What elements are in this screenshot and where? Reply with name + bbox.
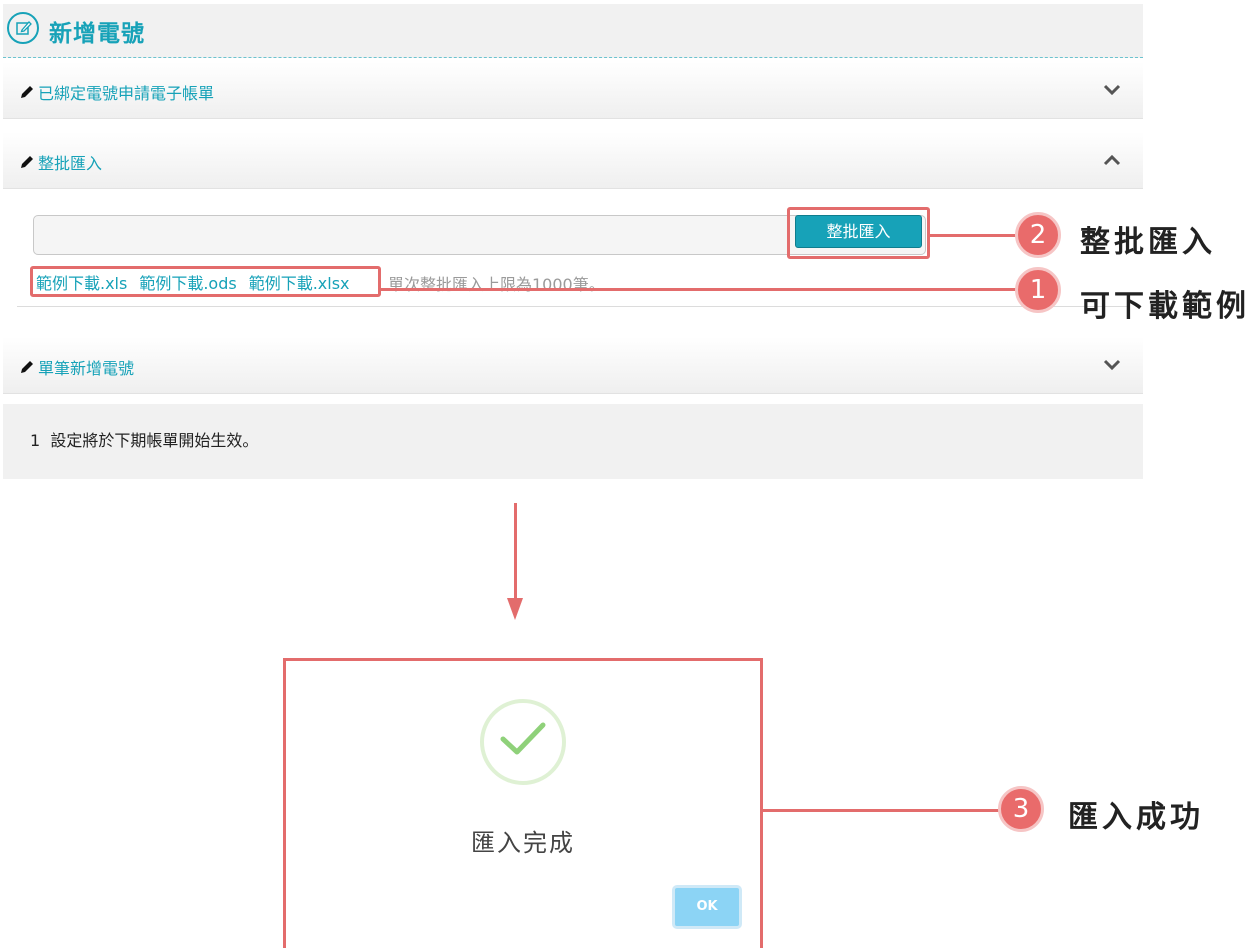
highlight-import-button xyxy=(787,207,930,259)
highlight-sample-links xyxy=(30,266,381,297)
dialog-message: 匯入完成 xyxy=(471,829,575,857)
accordion-label: 已綁定電號申請電子帳單 xyxy=(38,84,215,103)
callout-text-3: 匯入成功 xyxy=(1068,800,1204,835)
note-panel: 1 設定將於下期帳單開始生效。 xyxy=(3,404,1143,479)
chevron-down-icon[interactable] xyxy=(1103,84,1121,96)
flow-arrow-line xyxy=(514,503,517,603)
divider xyxy=(17,306,1127,307)
callout-text-1: 可下載範例 xyxy=(1080,289,1247,324)
pencil-icon xyxy=(21,156,33,168)
callout-badge-2: 2 xyxy=(1015,212,1061,258)
page-title: 新增電號 xyxy=(49,21,145,47)
chevron-down-icon[interactable] xyxy=(1103,359,1121,371)
page-header: 新增電號 xyxy=(3,4,1143,58)
success-dialog: 匯入完成 OK xyxy=(283,658,763,948)
accordion-single-add[interactable]: 單筆新增電號 xyxy=(3,337,1143,393)
note-number: 1 xyxy=(30,431,41,450)
flow-arrow-head xyxy=(507,598,523,620)
success-check-icon xyxy=(480,699,566,785)
note-text: 1 設定將於下期帳單開始生效。 xyxy=(30,427,258,451)
accordion-ebill[interactable]: 已綁定電號申請電子帳單 xyxy=(3,62,1143,118)
accordion-label: 單筆新增電號 xyxy=(38,359,135,378)
ok-button[interactable]: OK xyxy=(672,885,742,929)
callout-line xyxy=(380,288,1017,291)
callout-line xyxy=(929,234,1017,237)
callout-badge-1: 1 xyxy=(1015,267,1061,313)
import-limit-hint: 單次整批匯入上限為1000筆。 xyxy=(388,275,605,294)
accordion-label: 整批匯入 xyxy=(38,154,103,173)
edit-icon xyxy=(7,12,39,44)
pencil-icon xyxy=(21,361,33,373)
note-content: 設定將於下期帳單開始生效。 xyxy=(50,431,259,450)
callout-text-2: 整批匯入 xyxy=(1080,225,1216,260)
callout-badge-3: 3 xyxy=(998,786,1044,832)
accordion-batch-import[interactable]: 整批匯入 xyxy=(3,132,1143,188)
callout-line xyxy=(763,809,1001,812)
pencil-icon xyxy=(21,86,33,98)
chevron-up-icon[interactable] xyxy=(1103,154,1121,166)
